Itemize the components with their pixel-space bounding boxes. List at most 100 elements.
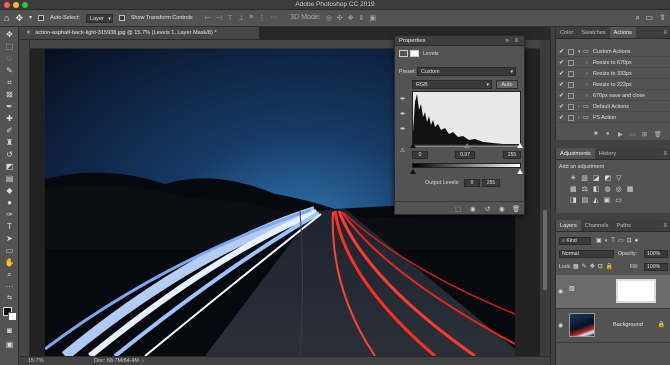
action-item[interactable]: ✔ › Resize to 333px	[556, 69, 670, 79]
auto-select-checkbox[interactable]	[38, 15, 44, 21]
action-item[interactable]: ✔ › 670px save and close	[556, 91, 670, 101]
lasso-tool-icon[interactable]: ◌	[3, 53, 16, 64]
check-icon[interactable]: ✔	[559, 69, 564, 79]
lock-artboard-icon[interactable]: ⊡	[598, 264, 606, 270]
doc-size-info[interactable]: Doc: 68.7M/84.4M	[94, 357, 139, 365]
panel-menu-icon[interactable]: ≡	[663, 27, 667, 39]
chevron-right-icon[interactable]: ›	[578, 102, 580, 112]
shape-tool-icon[interactable]: ▭	[3, 245, 16, 256]
hand-tool-icon[interactable]: ✋	[3, 257, 16, 268]
document-tab[interactable]: ✕ action-asphalt-back-light-315938.jpg @…	[20, 27, 259, 40]
output-white-slider[interactable]	[517, 169, 523, 174]
white-point-eyedropper-icon[interactable]: ✒	[400, 126, 408, 134]
lock-all-icon[interactable]: 🔒	[606, 264, 616, 270]
check-icon[interactable]: ✔	[559, 102, 564, 112]
mask-icon[interactable]	[410, 50, 419, 57]
check-icon[interactable]: ✔	[559, 58, 564, 68]
lock-pixels-icon[interactable]: ✎	[582, 264, 590, 270]
filter-toggle-icon[interactable]: ●	[635, 238, 642, 244]
input-gamma-slider[interactable]	[464, 143, 470, 148]
levels-adj-icon[interactable]: ▥	[581, 174, 588, 182]
dialog-toggle[interactable]	[568, 104, 574, 110]
lock-position-icon[interactable]: ✥	[590, 264, 598, 270]
clip-to-layer-icon[interactable]: ⬚	[455, 205, 461, 213]
eraser-tool-icon[interactable]: ◩	[3, 161, 16, 172]
3d-slide-icon[interactable]: ⇕	[359, 14, 365, 22]
invert-icon[interactable]: ◨	[570, 196, 577, 204]
scrollbar-thumb[interactable]	[543, 210, 547, 290]
gradient-tool-icon[interactable]: ▤	[3, 173, 16, 184]
blur-tool-icon[interactable]: ◆	[3, 185, 16, 196]
clone-stamp-tool-icon[interactable]: ♜	[3, 137, 16, 148]
check-icon[interactable]: ✔	[559, 80, 564, 90]
chevron-right-icon[interactable]: ›	[586, 58, 588, 68]
posterize-icon[interactable]: ▤	[582, 196, 589, 204]
align-left-icon[interactable]: ⊢	[205, 14, 211, 22]
tab-color[interactable]: Color	[556, 27, 577, 38]
layer-name[interactable]: Background	[613, 322, 643, 328]
tab-adjustments[interactable]: Adjustments	[556, 148, 595, 159]
black-white-icon[interactable]: ◧	[593, 185, 600, 193]
reset-icon[interactable]: ↺	[485, 205, 490, 213]
status-arrow-icon[interactable]: ›	[142, 357, 144, 365]
play-icon[interactable]: ▶	[618, 131, 623, 138]
dialog-toggle[interactable]	[568, 93, 574, 99]
vibrance-icon[interactable]: ▽	[616, 174, 621, 182]
chevron-right-icon[interactable]: ›	[578, 113, 580, 123]
tab-actions[interactable]: Actions	[609, 27, 636, 38]
chevron-right-icon[interactable]: ›	[586, 80, 588, 90]
pixel-filter-icon[interactable]: ▣	[596, 238, 605, 244]
channel-mixer-icon[interactable]: ◎	[616, 185, 622, 193]
pen-tool-icon[interactable]: ✑	[3, 209, 16, 220]
delete-icon[interactable]: 🗑	[654, 131, 662, 138]
zoom-tool-icon[interactable]: ⌕	[3, 269, 16, 280]
3d-roll-icon[interactable]: ✣	[337, 14, 343, 22]
new-action-icon[interactable]: ⊞	[642, 131, 647, 138]
brush-tool-icon[interactable]: ✐	[3, 125, 16, 136]
threshold-icon[interactable]: ◭	[593, 196, 598, 204]
share-icon[interactable]: ⇪	[659, 13, 666, 22]
auto-button[interactable]: Auto	[496, 80, 518, 89]
marquee-tool-icon[interactable]: ⬚	[3, 41, 16, 52]
clip-warning-icon[interactable]: ⚠	[400, 147, 408, 155]
eyedropper-tool-icon[interactable]: ✒	[3, 101, 16, 112]
more-tools-icon[interactable]: ···	[3, 281, 16, 292]
photo-filter-icon[interactable]: ◍	[605, 185, 611, 193]
visibility-eye-icon[interactable]: ◉	[558, 322, 563, 329]
input-white-slider[interactable]	[517, 143, 523, 148]
lock-transparency-icon[interactable]: ▦	[573, 264, 582, 270]
visibility-icon[interactable]: ◉	[499, 205, 505, 213]
tab-swatches[interactable]: Swatches	[577, 27, 609, 38]
exposure-icon[interactable]: ◩	[605, 174, 612, 182]
chevron-down-icon[interactable]: ▾	[29, 14, 32, 23]
tab-history[interactable]: History	[595, 148, 620, 159]
gradient-map-icon[interactable]: ▭	[615, 196, 622, 204]
selective-color-icon[interactable]: ▣	[604, 196, 611, 204]
action-item[interactable]: ✔ ▾ ▭ Custom Actions	[556, 47, 670, 57]
align-center-icon[interactable]: ⊣	[216, 14, 222, 22]
new-set-icon[interactable]: ▭	[630, 131, 636, 138]
more-options-icon[interactable]: ···	[270, 14, 277, 22]
layer-row-background[interactable]: ◉ Background 🔒	[556, 309, 670, 343]
3d-pan-icon[interactable]: ✥	[348, 14, 354, 22]
check-icon[interactable]: ✔	[559, 47, 564, 57]
quick-mask-icon[interactable]: ◙	[3, 325, 16, 336]
swap-colors-icon[interactable]: ⇆	[3, 293, 16, 304]
action-item[interactable]: ✔ › Resize to 670px	[556, 58, 670, 68]
vertical-scrollbar[interactable]	[540, 40, 550, 356]
chevron-down-icon[interactable]: ▾	[578, 47, 581, 57]
show-transform-checkbox[interactable]	[118, 15, 125, 21]
tab-channels[interactable]: Channels	[581, 220, 613, 231]
panel-menu-icon[interactable]: ≡	[663, 220, 667, 232]
gray-point-eyedropper-icon[interactable]: ✒	[400, 111, 408, 119]
distribute-icon[interactable]: ⋮	[258, 14, 265, 22]
workspace-icon[interactable]: ▭	[645, 13, 653, 22]
record-icon[interactable]: ●	[606, 131, 610, 137]
layer-filter-dropdown[interactable]: ⌕ Kind	[559, 237, 591, 245]
blend-mode-dropdown[interactable]: Normal	[559, 250, 614, 258]
visibility-eye-icon[interactable]: ◉	[558, 288, 563, 295]
tab-paths[interactable]: Paths	[612, 220, 634, 231]
screen-mode-icon[interactable]: ▣	[3, 339, 16, 350]
history-brush-tool-icon[interactable]: ↺	[3, 149, 16, 160]
fill-field[interactable]: 100%	[644, 263, 668, 271]
